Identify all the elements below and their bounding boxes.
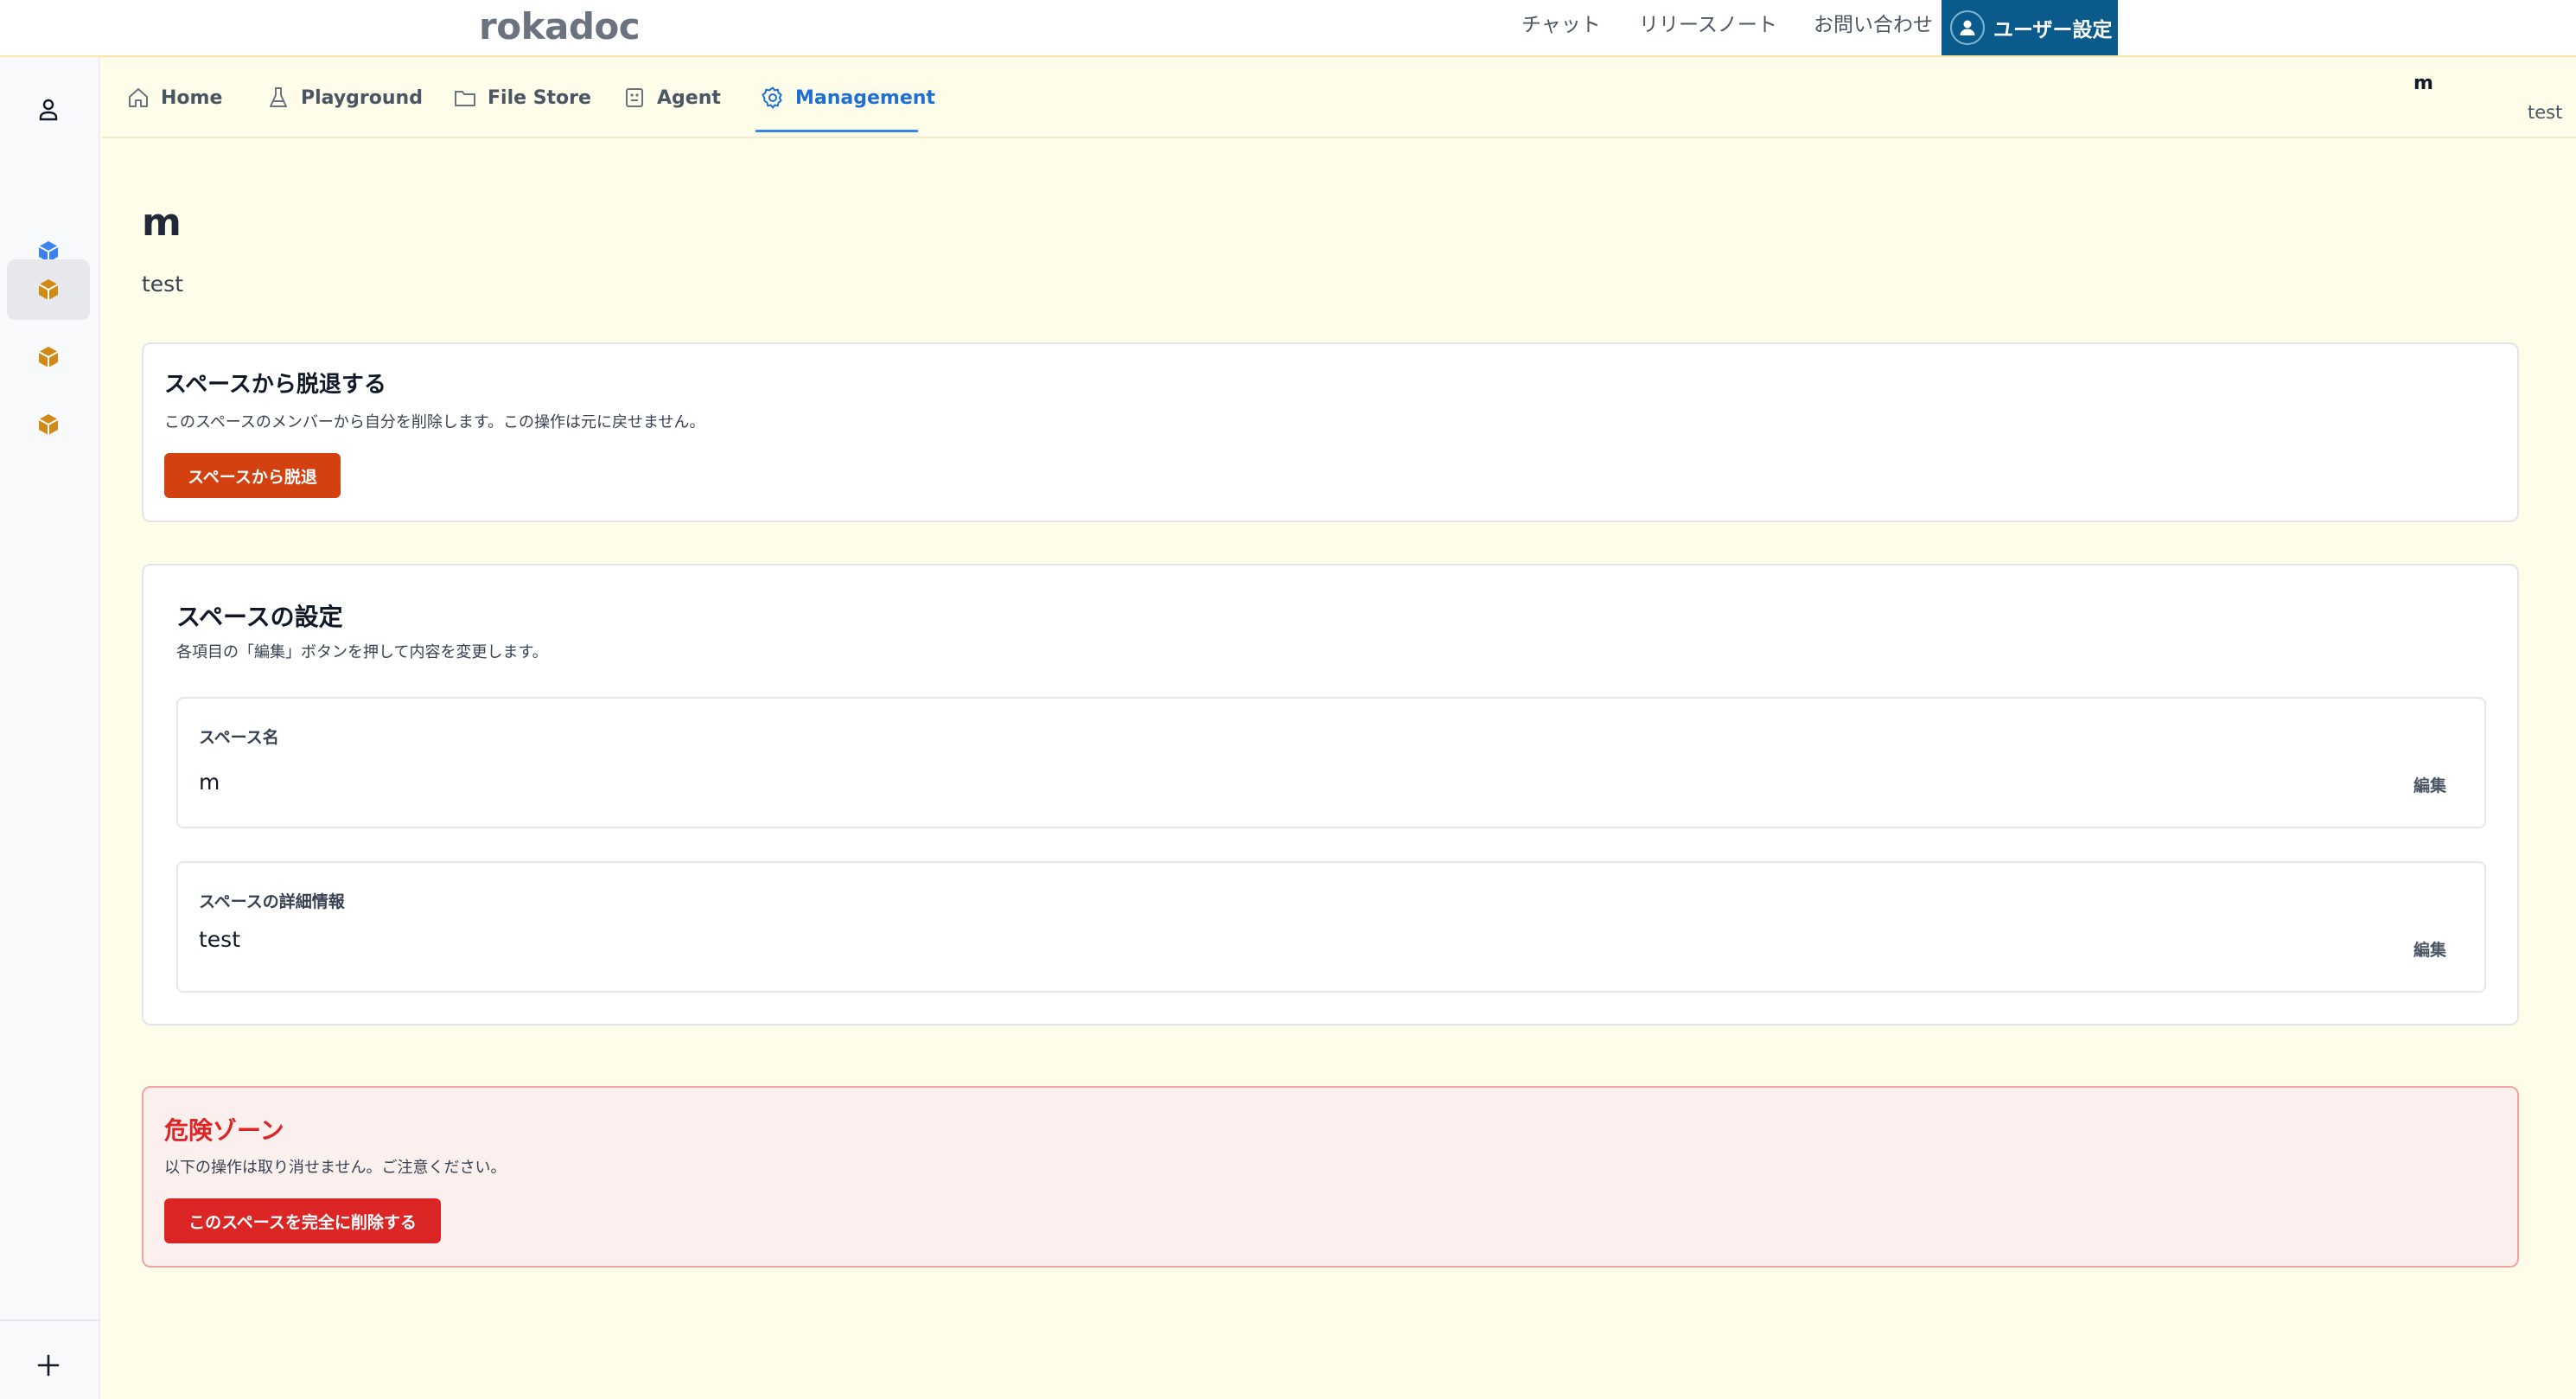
space-name-field: スペース名 m 編集 <box>176 697 2486 828</box>
tab-home[interactable]: Home <box>126 57 222 138</box>
edit-space-name-button[interactable]: 編集 <box>2413 773 2446 796</box>
flask-icon <box>270 87 287 107</box>
cube-icon <box>38 347 59 367</box>
space-details-label: スペースの詳細情報 <box>199 892 345 911</box>
tab-agent[interactable]: Agent <box>622 57 721 138</box>
space-details-value: test <box>199 927 241 952</box>
topnav-release-notes[interactable]: リリースノート <box>1639 0 1777 55</box>
space-settings-card: スペースの設定 各項目の「編集」ボタンを押して内容を変更します。 スペース名 m… <box>142 564 2519 1025</box>
space-header-name: m <box>2413 73 2433 94</box>
cube-icon <box>38 414 59 435</box>
page-title: m <box>142 201 182 245</box>
leave-space-text: このスペースのメンバーから自分を削除します。この操作は元に戻せません。 <box>164 413 705 431</box>
top-header: rokadoc チャット リリースノート お問い合わせ ユーザー設定 <box>0 0 2576 57</box>
delete-space-button[interactable]: このスペースを完全に削除する <box>164 1198 441 1243</box>
space-settings-title: スペースの設定 <box>176 603 343 631</box>
tab-management[interactable]: Management <box>761 57 935 138</box>
user-avatar-icon <box>1950 10 1985 45</box>
tab-file-store[interactable]: File Store <box>453 57 591 138</box>
user-icon <box>39 99 58 121</box>
left-sidebar <box>0 57 100 1399</box>
sidebar-space-3[interactable] <box>7 327 90 387</box>
user-settings-label: ユーザー設定 <box>1993 19 2113 42</box>
sidebar-space-4[interactable] <box>7 394 90 455</box>
gear-icon <box>762 86 782 109</box>
cube-icon <box>38 279 59 300</box>
folder-icon <box>455 91 475 106</box>
topnav-contact[interactable]: お問い合わせ <box>1814 0 1933 55</box>
tab-management-label: Management <box>795 86 935 109</box>
leave-space-title: スペースから脱退する <box>164 372 386 398</box>
space-settings-text: 各項目の「編集」ボタンを押して内容を変更します。 <box>176 643 548 661</box>
topnav-chat[interactable]: チャット <box>1521 0 1601 55</box>
brand-logo[interactable]: rokadoc <box>479 2 641 52</box>
tab-agent-label: Agent <box>657 86 721 109</box>
page-description: test <box>142 271 184 297</box>
active-tab-indicator <box>756 130 918 132</box>
danger-zone-title: 危険ゾーン <box>164 1116 284 1145</box>
add-space-button[interactable] <box>7 1335 90 1396</box>
agent-icon <box>626 88 643 107</box>
user-settings-button[interactable]: ユーザー設定 <box>1942 0 2118 55</box>
space-name-label: スペース名 <box>199 728 279 747</box>
tab-playground[interactable]: Playground <box>266 57 423 138</box>
tab-playground-label: Playground <box>301 86 423 109</box>
danger-zone-card: 危険ゾーン 以下の操作は取り消せません。ご注意ください。 このスペースを完全に削… <box>142 1086 2519 1268</box>
home-icon <box>129 88 148 107</box>
leave-space-button[interactable]: スペースから脱退 <box>164 453 341 498</box>
space-details-field: スペースの詳細情報 test 編集 <box>176 861 2486 993</box>
space-header-description: test <box>2528 102 2563 123</box>
edit-space-details-button[interactable]: 編集 <box>2413 937 2446 961</box>
leave-space-card: スペースから脱退する このスペースのメンバーから自分を削除します。この操作は元に… <box>142 342 2519 522</box>
sidebar-user-button[interactable] <box>7 80 90 140</box>
tab-file-store-label: File Store <box>488 86 591 109</box>
space-name-value: m <box>199 770 220 795</box>
danger-zone-text: 以下の操作は取り消せません。ご注意ください。 <box>164 1159 507 1177</box>
plus-icon <box>37 1354 60 1377</box>
sidebar-divider <box>0 1319 100 1321</box>
tab-home-label: Home <box>161 86 223 109</box>
sidebar-space-2[interactable] <box>7 259 90 320</box>
tab-bar: Home Playground File Store Agent Managem… <box>102 57 2576 138</box>
